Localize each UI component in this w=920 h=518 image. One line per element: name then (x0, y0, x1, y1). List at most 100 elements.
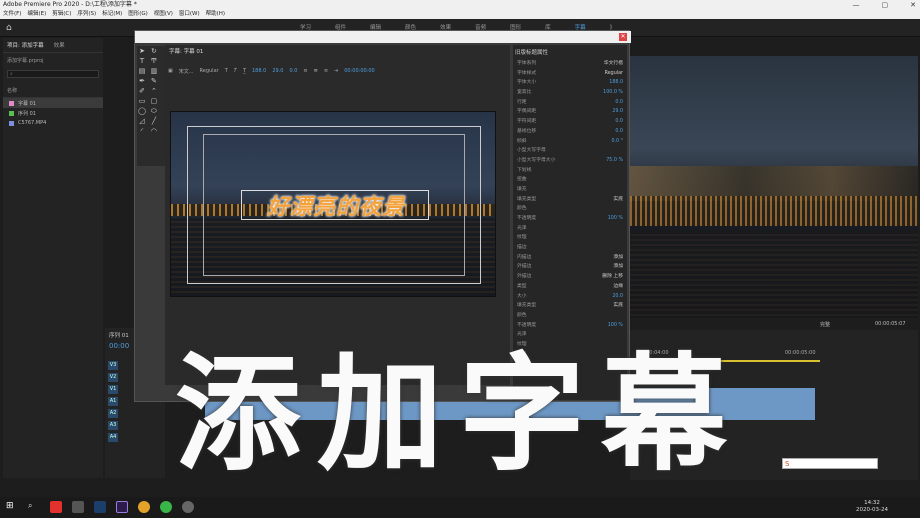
file-explorer-icon[interactable] (72, 501, 84, 513)
home-icon[interactable]: ⌂ (6, 23, 12, 33)
rectangle-tool-icon[interactable]: ▭ (138, 97, 146, 105)
fit-select[interactable]: 完整 (820, 321, 830, 328)
property-row[interactable]: 小型大写字母大小 75.0 % (513, 156, 627, 166)
wedge-tool-icon[interactable]: ◿ (138, 117, 146, 125)
property-value[interactable]: 0.0 (615, 117, 623, 127)
align-center-icon[interactable]: ≣ (314, 68, 318, 74)
leading-value[interactable]: 0.0 (289, 68, 297, 74)
property-value[interactable]: 20.0 (612, 292, 623, 302)
minimize-icon[interactable]: — (853, 0, 860, 10)
menu-clip[interactable]: 剪辑(C) (52, 10, 71, 19)
property-value[interactable]: 0.0 ° (611, 137, 623, 147)
property-value[interactable]: 100 % (608, 321, 623, 331)
list-item[interactable]: 序列 01 (3, 108, 103, 118)
tab-project[interactable]: 项目: 添加字幕 (7, 41, 44, 49)
arc-tool-icon[interactable]: ◜ (138, 127, 146, 135)
project-search-input[interactable]: ⌕ (7, 70, 99, 78)
program-timecode[interactable]: 00:00:05:07 (875, 321, 906, 327)
property-row[interactable]: 描边 (513, 243, 627, 253)
property-value[interactable]: 0.0 (615, 98, 623, 108)
property-row[interactable]: 外描边 添加 (513, 262, 627, 272)
property-value[interactable]: 188.0 (609, 78, 623, 88)
property-row[interactable]: 颜色 (513, 311, 627, 321)
subtitle-text[interactable]: 好漂亮的夜景 (242, 189, 430, 221)
property-value[interactable]: 100.0 % (603, 88, 623, 98)
underline-icon[interactable]: T̲ (243, 68, 246, 74)
rounded-rect-tool-icon[interactable]: ▢ (150, 97, 158, 105)
list-item[interactable]: C5767.MP4 (3, 118, 103, 128)
property-row[interactable]: 字体大小 188.0 (513, 78, 627, 88)
track-label[interactable]: V1 (108, 384, 118, 394)
program-video-frame[interactable] (630, 56, 918, 318)
add-anchor-tool-icon[interactable]: ✎ (150, 77, 158, 85)
property-row[interactable]: 字体样式 Regular (513, 69, 627, 79)
close-icon[interactable]: ✕ (619, 33, 627, 41)
track-label[interactable]: V2 (108, 372, 118, 382)
windows-start-icon[interactable]: ⊞ (6, 501, 18, 513)
maximize-icon[interactable]: ▢ (882, 0, 889, 10)
property-value[interactable]: 添加 (613, 253, 623, 263)
app-icon[interactable] (182, 501, 194, 513)
property-row[interactable]: 内描边 添加 (513, 253, 627, 263)
close-icon[interactable]: ✕ (910, 0, 916, 10)
menu-window[interactable]: 窗口(W) (179, 10, 200, 19)
property-row[interactable]: 纹理 (513, 233, 627, 243)
property-value[interactable]: 29.0 (612, 107, 623, 117)
track-label[interactable]: A1 (108, 396, 118, 406)
property-row[interactable]: 类型 边缘 (513, 282, 627, 292)
property-value[interactable]: Regular (605, 69, 623, 79)
menu-view[interactable]: 视图(V) (154, 10, 173, 19)
property-row[interactable]: 光泽 (513, 224, 627, 234)
title-canvas[interactable]: 好漂亮的夜景 (170, 111, 496, 297)
kerning-value[interactable]: 29.0 (272, 68, 283, 74)
title-editor-tab[interactable]: 字幕: 字幕 01 (169, 47, 203, 55)
property-row[interactable]: 倾斜 0.0 ° (513, 137, 627, 147)
track-label[interactable]: A4 (108, 432, 118, 442)
tab-effects[interactable]: 效果 (54, 41, 65, 49)
property-row[interactable]: 字体系列 华文行楷 (513, 59, 627, 69)
property-row[interactable]: 颜色 (513, 204, 627, 214)
property-row[interactable]: 宽高比 100.0 % (513, 88, 627, 98)
tab-stops-icon[interactable]: ⇥ (334, 68, 338, 74)
property-value[interactable]: 实底 (613, 301, 623, 311)
property-row[interactable]: 行距 0.0 (513, 98, 627, 108)
property-value[interactable]: 0.0 (615, 127, 623, 137)
property-value[interactable]: 添加 (613, 262, 623, 272)
line-tool-icon[interactable]: ╱ (150, 117, 158, 125)
property-row[interactable]: 外描边 删除 上移 (513, 272, 627, 282)
menu-graphics[interactable]: 图形(G) (128, 10, 148, 19)
property-row[interactable]: 光泽 (513, 330, 627, 340)
wechat-icon[interactable] (160, 501, 172, 513)
font-select[interactable]: 宋文... (179, 68, 194, 75)
property-row[interactable]: 扭曲 (513, 175, 627, 185)
netease-music-icon[interactable] (50, 501, 62, 513)
property-value[interactable]: 华文行楷 (604, 59, 623, 69)
property-value[interactable]: 删除 上移 (602, 272, 623, 282)
clipped-rect-tool-icon[interactable]: ⬭ (150, 107, 158, 115)
style-select[interactable]: Regular (200, 68, 219, 74)
italic-icon[interactable]: 𝑇 (234, 68, 237, 74)
menu-marker[interactable]: 标记(M) (102, 10, 122, 19)
property-row[interactable]: 填充类型 实底 (513, 195, 627, 205)
property-row[interactable]: 小型大写字母 (513, 146, 627, 156)
property-row[interactable]: 大小 20.0 (513, 292, 627, 302)
hand-tool-icon[interactable]: ◠ (150, 127, 158, 135)
property-row[interactable]: 填充类型 实底 (513, 301, 627, 311)
type-tool-icon[interactable]: T (138, 57, 146, 65)
menu-file[interactable]: 文件(F) (3, 10, 21, 19)
property-value[interactable]: 75.0 % (606, 156, 623, 166)
path-type-tool-icon[interactable]: ▥ (150, 67, 158, 75)
track-label[interactable]: V3 (108, 360, 118, 370)
property-value[interactable]: 100 % (608, 214, 623, 224)
menu-edit[interactable]: 编辑(E) (27, 10, 46, 19)
search-icon[interactable]: ⌕ (28, 501, 40, 513)
premiere-icon[interactable] (116, 501, 128, 513)
system-clock[interactable]: 14:32 2020-03-24 (856, 500, 888, 514)
property-value[interactable]: 边缘 (613, 282, 623, 292)
rotate-tool-icon[interactable]: ↻ (150, 47, 158, 55)
convert-anchor-tool-icon[interactable]: ⌃ (150, 87, 158, 95)
area-type-tool-icon[interactable]: ▤ (138, 67, 146, 75)
list-item[interactable]: 字幕 01 (3, 98, 103, 108)
new-title-icon[interactable]: ▣ (168, 68, 173, 74)
property-row[interactable]: 字符间距 0.0 (513, 117, 627, 127)
